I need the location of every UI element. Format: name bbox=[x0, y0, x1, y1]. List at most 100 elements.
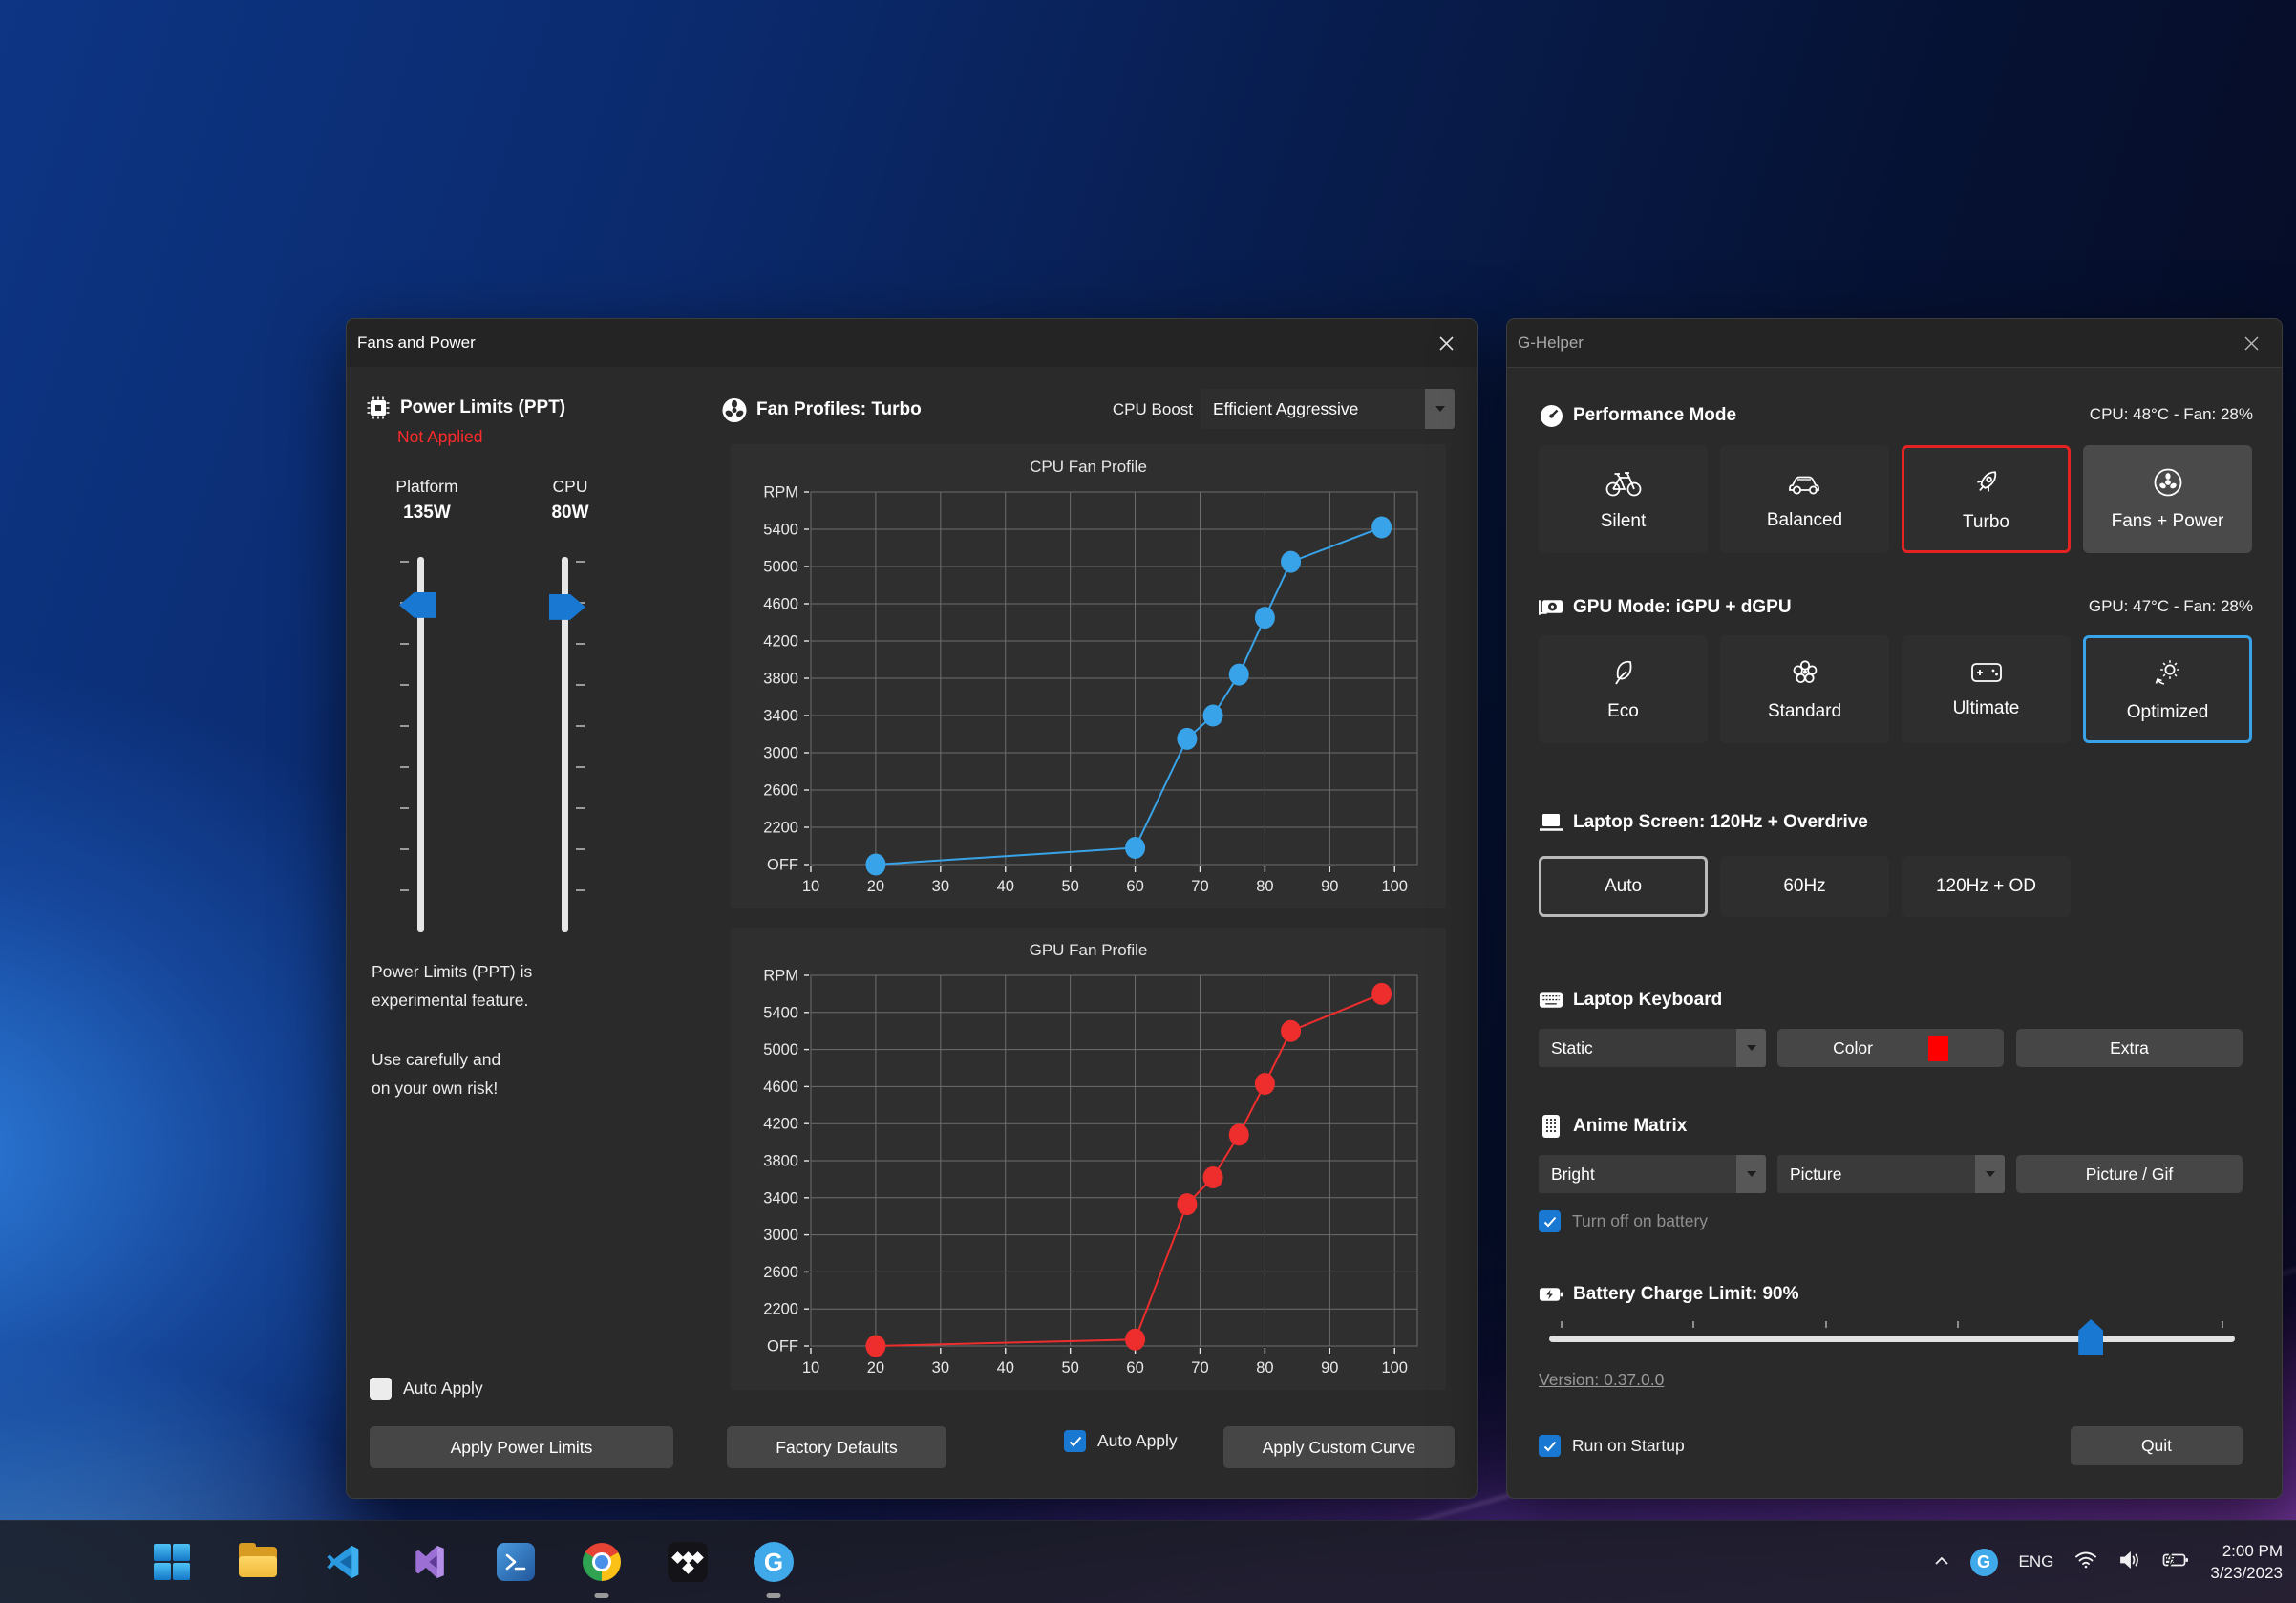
auto-apply-label: Auto Apply bbox=[1097, 1431, 1178, 1451]
matrix-brightness-dropdown[interactable]: Bright bbox=[1539, 1155, 1766, 1193]
cpu-boost-value[interactable]: Efficient Aggressive bbox=[1201, 389, 1425, 429]
run-on-startup-checkbox[interactable]: Run on Startup bbox=[1539, 1435, 1685, 1457]
keyboard-mode-value[interactable]: Static bbox=[1539, 1029, 1736, 1067]
chevron-down-icon[interactable] bbox=[1736, 1029, 1766, 1067]
quit-button[interactable]: Quit bbox=[2071, 1426, 2243, 1465]
gpu-tile-optimized[interactable]: Optimized bbox=[2083, 635, 2252, 743]
start-icon[interactable] bbox=[143, 1533, 201, 1591]
factory-defaults-button[interactable]: Factory Defaults bbox=[727, 1426, 946, 1468]
fan-icon bbox=[2153, 467, 2183, 502]
bicycle-icon bbox=[1605, 467, 1643, 502]
svg-text:100: 100 bbox=[1381, 878, 1408, 895]
taskbar: G G ENG bbox=[0, 1520, 2296, 1603]
fan-icon bbox=[722, 397, 747, 422]
clock[interactable]: 2:00 PM 3/23/2023 bbox=[2210, 1540, 2283, 1584]
apply-power-limits-button[interactable]: Apply Power Limits bbox=[370, 1426, 673, 1468]
mode-label: Silent bbox=[1601, 511, 1647, 532]
performance-mode-heading: Performance Mode bbox=[1573, 405, 1736, 426]
powershell-icon[interactable] bbox=[487, 1533, 544, 1591]
tray-ghelper-icon[interactable]: G bbox=[1970, 1549, 1998, 1576]
svg-text:20: 20 bbox=[867, 1359, 884, 1377]
cpu-fan-chart-panel[interactable]: CPU Fan Profile OFF220026003000340038004… bbox=[731, 444, 1446, 908]
language-indicator[interactable]: ENG bbox=[2019, 1552, 2054, 1571]
chrome-icon[interactable] bbox=[573, 1533, 630, 1591]
warning-line: Use carefully and bbox=[372, 1045, 532, 1074]
system-tray: G ENG 2:00 PM bbox=[1934, 1521, 2283, 1603]
screen-tile-120hz-od[interactable]: 120Hz + OD bbox=[1902, 856, 2071, 917]
cpu-limit-value: 80W bbox=[513, 502, 627, 524]
svg-text:3400: 3400 bbox=[763, 708, 798, 725]
slider-track[interactable] bbox=[1549, 1336, 2235, 1342]
close-icon[interactable] bbox=[2228, 319, 2274, 367]
fans-window-titlebar[interactable]: Fans and Power bbox=[347, 319, 1477, 367]
gpu-fan-curve-chart[interactable]: OFF220026003000340038004200460050005400R… bbox=[731, 970, 1446, 1388]
chevron-down-icon[interactable] bbox=[1975, 1155, 2005, 1193]
chevron-down-icon[interactable] bbox=[1425, 389, 1455, 429]
screen-tile-60hz[interactable]: 60Hz bbox=[1720, 856, 1889, 917]
checkbox-checked[interactable] bbox=[1539, 1210, 1561, 1232]
performance-mode-heading-row: Performance Mode bbox=[1539, 403, 1736, 428]
screen-option-label: 120Hz + OD bbox=[1936, 876, 2036, 897]
gpu-mode-label: Ultimate bbox=[1953, 698, 2020, 719]
screen-tile-auto[interactable]: Auto bbox=[1539, 856, 1708, 917]
tidal-icon[interactable] bbox=[659, 1533, 716, 1591]
checkbox-checked[interactable] bbox=[1064, 1430, 1086, 1452]
vscode-icon[interactable] bbox=[315, 1533, 372, 1591]
keyboard-mode-dropdown[interactable]: Static bbox=[1539, 1029, 1766, 1067]
cpu-power-slider[interactable] bbox=[536, 557, 593, 932]
power-limits-heading-row: Power Limits (PPT) bbox=[366, 395, 565, 420]
anime-matrix-heading-row: Anime Matrix bbox=[1539, 1114, 1687, 1139]
platform-power-slider[interactable] bbox=[392, 557, 449, 932]
laptop-keyboard-heading-row: Laptop Keyboard bbox=[1539, 988, 1722, 1013]
chevron-down-icon[interactable] bbox=[1736, 1155, 1766, 1193]
ghelper-titlebar[interactable]: G-Helper bbox=[1507, 319, 2282, 367]
svg-text:4200: 4200 bbox=[763, 633, 798, 651]
tray-chevron-up-icon[interactable] bbox=[1934, 1553, 1949, 1571]
keyboard-color-button[interactable]: Color bbox=[1777, 1029, 2004, 1067]
battery-charge-slider[interactable] bbox=[1549, 1321, 2235, 1359]
titlebar-divider bbox=[1507, 367, 2282, 368]
gpu-tile-standard[interactable]: Standard bbox=[1720, 635, 1889, 743]
ghelper-icon[interactable]: G bbox=[745, 1533, 802, 1591]
svg-text:10: 10 bbox=[802, 1359, 819, 1377]
matrix-mode-value[interactable]: Picture bbox=[1777, 1155, 1975, 1193]
power-limits-warning: Power Limits (PPT) is experimental featu… bbox=[372, 957, 532, 1102]
file-explorer-icon[interactable] bbox=[229, 1533, 287, 1591]
version-link[interactable]: Version: 0.37.0.0 bbox=[1539, 1370, 1664, 1390]
apply-custom-curve-button[interactable]: Apply Custom Curve bbox=[1223, 1426, 1455, 1468]
matrix-battery-checkbox[interactable]: Turn off on battery bbox=[1539, 1210, 1708, 1232]
matrix-picture-gif-button[interactable]: Picture / Gif bbox=[2016, 1155, 2243, 1193]
checkbox-unchecked[interactable] bbox=[370, 1378, 392, 1400]
keyboard-extra-button[interactable]: Extra bbox=[2016, 1029, 2243, 1067]
mode-tile-balanced[interactable]: Balanced bbox=[1720, 445, 1889, 553]
mode-tile-silent[interactable]: Silent bbox=[1539, 445, 1708, 553]
leaf-icon bbox=[1609, 657, 1638, 693]
svg-text:60: 60 bbox=[1126, 878, 1143, 895]
gpu-card-icon bbox=[1539, 595, 1563, 620]
laptop-keyboard-heading: Laptop Keyboard bbox=[1573, 990, 1722, 1011]
cpu-boost-dropdown[interactable]: Efficient Aggressive bbox=[1201, 389, 1455, 429]
matrix-brightness-value[interactable]: Bright bbox=[1539, 1155, 1736, 1193]
platform-value: 135W bbox=[370, 502, 484, 524]
gpu-tile-eco[interactable]: Eco bbox=[1539, 635, 1708, 743]
svg-text:4200: 4200 bbox=[763, 1116, 798, 1133]
power-auto-apply-checkbox[interactable]: Auto Apply bbox=[370, 1378, 483, 1400]
svg-text:80: 80 bbox=[1256, 1359, 1273, 1377]
gpu-tile-ultimate[interactable]: Ultimate bbox=[1902, 635, 2071, 743]
curve-auto-apply-checkbox[interactable]: Auto Apply bbox=[1064, 1430, 1178, 1452]
wifi-icon[interactable] bbox=[2074, 1550, 2097, 1573]
svg-text:90: 90 bbox=[1321, 878, 1338, 895]
warning-line: experimental feature. bbox=[372, 986, 532, 1015]
gpu-fan-chart-panel[interactable]: GPU Fan Profile OFF220026003000340038004… bbox=[731, 928, 1446, 1390]
svg-text:20: 20 bbox=[867, 878, 884, 895]
cpu-fan-curve-chart[interactable]: OFF220026003000340038004200460050005400R… bbox=[731, 486, 1446, 907]
visual-studio-icon[interactable] bbox=[401, 1533, 458, 1591]
battery-heading-row: Battery Charge Limit: 90% bbox=[1539, 1282, 1799, 1307]
battery-charging-icon[interactable] bbox=[2162, 1551, 2189, 1573]
matrix-mode-dropdown[interactable]: Picture bbox=[1777, 1155, 2005, 1193]
volume-icon[interactable] bbox=[2118, 1550, 2141, 1574]
close-icon[interactable] bbox=[1423, 319, 1469, 367]
checkbox-checked[interactable] bbox=[1539, 1435, 1561, 1457]
mode-tile-fans-power[interactable]: Fans + Power bbox=[2083, 445, 2252, 553]
mode-tile-turbo[interactable]: Turbo bbox=[1902, 445, 2071, 553]
